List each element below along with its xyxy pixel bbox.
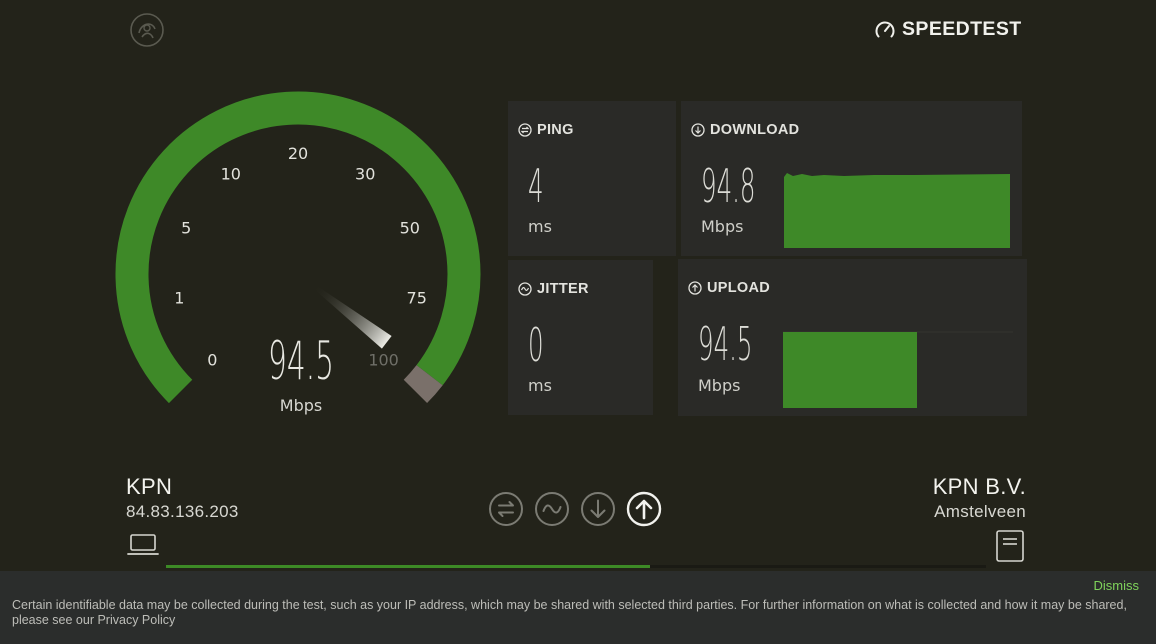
document-icon[interactable] bbox=[995, 529, 1025, 563]
jitter-step-icon bbox=[535, 492, 569, 526]
server-info: KPN B.V. Amstelveen bbox=[933, 474, 1026, 522]
server-location: Amstelveen bbox=[934, 502, 1026, 521]
download-icon bbox=[691, 123, 705, 137]
gauge-scale-label: 50 bbox=[400, 219, 420, 238]
cookie-notice-text: Certain identifiable data may be collect… bbox=[12, 598, 1127, 627]
ping-value: 4 bbox=[528, 160, 544, 215]
ping-unit: ms bbox=[528, 217, 552, 236]
gauge-value: 94.5 bbox=[268, 331, 334, 393]
upload-value: 94.5 bbox=[698, 318, 753, 373]
client-info: KPN 84.83.136.203 bbox=[126, 474, 239, 522]
gauge-scale-label: 10 bbox=[221, 164, 241, 183]
ping-label: PING bbox=[537, 122, 574, 138]
brand-name: SPEEDTEST bbox=[902, 18, 1022, 40]
gauge-fill-arc bbox=[115, 91, 481, 404]
jitter-icon bbox=[518, 282, 532, 296]
upload-graph bbox=[783, 331, 1013, 408]
upload-icon bbox=[688, 281, 702, 295]
upload-label: UPLOAD bbox=[707, 280, 771, 296]
download-unit: Mbps bbox=[701, 217, 744, 236]
client-isp: KPN bbox=[126, 474, 173, 499]
download-value: 94.8 bbox=[701, 160, 756, 215]
test-progress-fill bbox=[166, 565, 650, 568]
client-ip: 84.83.136.203 bbox=[126, 502, 239, 521]
gauge-scale-label: 1 bbox=[174, 289, 184, 308]
upload-unit: Mbps bbox=[698, 376, 741, 395]
gauge-scale-label: 20 bbox=[288, 144, 308, 163]
provider-logo-icon[interactable] bbox=[128, 11, 166, 49]
gauge-unit: Mbps bbox=[280, 396, 322, 415]
gauge-scale-label: 5 bbox=[181, 219, 191, 238]
ping-tile: PING 4 ms bbox=[508, 101, 676, 256]
jitter-unit: ms bbox=[528, 376, 552, 395]
laptop-icon[interactable] bbox=[127, 533, 159, 557]
download-graph bbox=[784, 173, 1010, 248]
speedometer-icon bbox=[875, 21, 895, 37]
jitter-value: 0 bbox=[528, 319, 544, 374]
gauge-scale-label: 30 bbox=[355, 164, 375, 183]
gauge-scale-label: 100 bbox=[368, 351, 399, 370]
dismiss-button[interactable]: Dismiss bbox=[1094, 578, 1140, 593]
upload-tile: UPLOAD 94.5 Mbps bbox=[678, 259, 1027, 416]
download-tile: DOWNLOAD 94.8 Mbps bbox=[681, 101, 1022, 256]
speedtest-screen: SPEEDTEST 0 1 5 10 20 30 50 75 100 94.5 Mbps PIN… bbox=[0, 0, 1156, 644]
ping-icon bbox=[518, 123, 532, 137]
upload-step-icon bbox=[626, 491, 662, 527]
cookie-notice: Dismiss Certain identifiable data may be… bbox=[0, 571, 1156, 644]
speedtest-brand[interactable]: SPEEDTEST bbox=[874, 18, 1022, 41]
gauge-needle bbox=[312, 284, 392, 349]
test-progress-bar bbox=[166, 565, 986, 568]
server-name: KPN B.V. bbox=[932, 474, 1026, 499]
download-step-icon bbox=[581, 492, 615, 526]
jitter-tile: JITTER 0 ms bbox=[508, 260, 653, 415]
gauge-end-cap bbox=[403, 364, 443, 404]
download-label: DOWNLOAD bbox=[710, 122, 800, 138]
gauge-scale-label: 75 bbox=[407, 289, 427, 308]
test-steps bbox=[488, 491, 662, 527]
ping-step-icon bbox=[489, 492, 523, 526]
gauge-scale-label: 0 bbox=[207, 351, 217, 370]
jitter-label: JITTER bbox=[537, 281, 589, 297]
